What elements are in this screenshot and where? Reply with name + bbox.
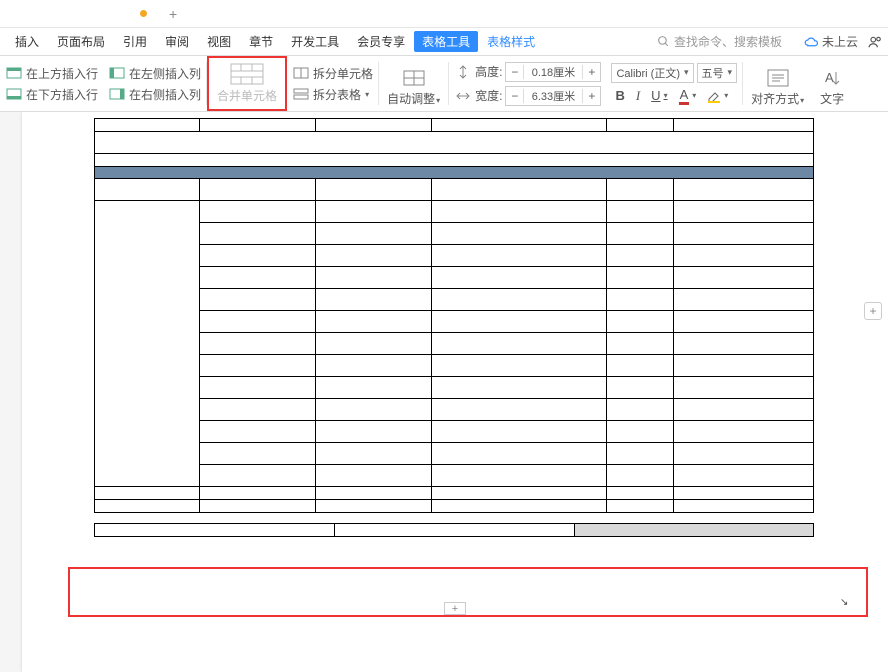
document-table[interactable] [94,118,814,513]
split-cells-label: 拆分单元格 [313,65,373,82]
insert-row-above-label: 在上方插入行 [26,65,98,82]
dropdown-caret-icon: ▾ [800,96,804,105]
dropdown-caret-icon: ▾ [664,91,668,100]
split-cells-button[interactable]: 拆分单元格 [292,65,373,82]
dropdown-caret-icon: ▾ [684,67,689,78]
align-icon [766,68,790,88]
width-row: 宽度: − 6.33厘米 + [454,86,601,106]
highlight-color-button[interactable]: ▾ [703,89,732,103]
menu-table-tools[interactable]: 表格工具 [414,31,478,52]
size-group: 高度: − 0.18厘米 + 宽度: − 6.33厘米 + [449,56,606,111]
insert-rows-group: 在上方插入行 在下方插入行 [0,56,103,111]
width-increment[interactable]: + [582,89,600,103]
menu-review[interactable]: 审阅 [156,33,198,50]
insert-col-right-button[interactable]: 在右侧插入列 [108,86,201,103]
menu-vip[interactable]: 会员专享 [348,33,414,50]
height-label: 高度: [475,63,502,80]
menu-section[interactable]: 章节 [240,33,282,50]
align-button[interactable]: 对齐方式▾ [743,56,812,111]
search-icon [657,35,670,48]
menu-bar: 插入 页面布局 引用 审阅 视图 章节 开发工具 会员专享 表格工具 表格样式 … [0,28,888,56]
search-box[interactable]: 查找命令、搜索模板 [657,33,782,50]
split-table-label: 拆分表格 [313,86,361,103]
font-group: Calibri (正文) ▾ 五号 ▾ B I U▾ A▾ ▾ [606,56,742,111]
insert-col-right-icon [108,87,126,101]
text-direction-label: 文字 [820,90,844,107]
dropdown-caret-icon: ▾ [436,96,440,105]
annotation-highlight-row [68,567,868,617]
svg-text:A: A [825,70,834,85]
insert-col-left-label: 在左侧插入列 [129,65,201,82]
menu-page-layout[interactable]: 页面布局 [48,33,114,50]
autofit-button[interactable]: 自动调整▾ [379,56,448,111]
dropdown-caret-icon: ▾ [365,90,369,99]
autofit-icon [401,68,427,88]
dropdown-caret-icon: ▾ [724,91,728,100]
font-size-value: 五号 [702,65,724,81]
width-icon [454,89,472,103]
width-spinner[interactable]: − 6.33厘米 + [505,86,601,106]
insert-row-above-button[interactable]: 在上方插入行 [5,65,98,82]
split-table-button[interactable]: 拆分表格 ▾ [292,86,373,103]
merge-cells-icon [230,63,264,85]
bold-button[interactable]: B [611,88,628,103]
ribbon-toolbar: 在上方插入行 在下方插入行 在左侧插入列 在右侧插入列 合并单元格 拆分单元格 … [0,56,888,112]
insert-col-left-icon [108,66,126,80]
dropdown-caret-icon: ▾ [692,91,696,100]
insert-cols-group: 在左侧插入列 在右侧插入列 [103,56,206,111]
active-tab-indicator [140,10,147,17]
new-tab-button[interactable]: + [169,6,177,22]
cloud-label: 未上云 [822,33,858,50]
height-icon [454,65,472,79]
height-value[interactable]: 0.18厘米 [524,64,582,80]
font-color-button[interactable]: A▾ [675,87,701,105]
height-spinner[interactable]: − 0.18厘米 + [505,62,601,82]
merge-cells-button[interactable]: 合并单元格 [207,56,287,111]
cloud-icon [804,36,819,48]
align-label: 对齐方式 [751,92,799,106]
menu-dev-tools[interactable]: 开发工具 [282,33,348,50]
height-decrement[interactable]: − [506,65,524,79]
split-table-icon [292,87,310,101]
width-decrement[interactable]: − [506,89,524,103]
split-group: 拆分单元格 拆分表格 ▾ [287,56,378,111]
height-increment[interactable]: + [582,65,600,79]
insert-row-above-icon [5,66,23,80]
menu-table-style[interactable]: 表格样式 [478,33,544,50]
document-area: + + ↘ [0,112,888,672]
text-direction-icon: A [822,68,842,88]
menu-view[interactable]: 视图 [198,33,240,50]
font-size-dropdown[interactable]: 五号 ▾ [697,63,738,83]
document-tab-strip: + [0,0,888,28]
insert-row-below-icon [5,87,23,101]
menu-references[interactable]: 引用 [114,33,156,50]
menu-insert[interactable]: 插入 [6,33,48,50]
width-label: 宽度: [475,87,502,104]
cloud-status[interactable]: 未上云 [804,33,858,50]
height-row: 高度: − 0.18厘米 + [454,62,601,82]
underline-button[interactable]: U▾ [647,88,671,103]
dropdown-caret-icon: ▾ [728,67,733,78]
autofit-label: 自动调整 [387,92,435,106]
width-value[interactable]: 6.33厘米 [524,88,582,104]
insert-row-below-label: 在下方插入行 [26,86,98,103]
insert-col-left-button[interactable]: 在左侧插入列 [108,65,201,82]
search-placeholder: 查找命令、搜索模板 [674,33,782,50]
text-direction-button[interactable]: A 文字 [812,56,852,111]
insert-row-below-button[interactable]: 在下方插入行 [5,86,98,103]
collaborate-icon[interactable] [868,35,882,49]
page: + + ↘ [22,112,888,672]
italic-button[interactable]: I [632,88,644,104]
split-cells-icon [292,66,310,80]
merge-cells-label: 合并单元格 [217,87,277,104]
font-name-dropdown[interactable]: Calibri (正文) ▾ [611,63,693,83]
insert-col-right-label: 在右侧插入列 [129,86,201,103]
font-name-value: Calibri (正文) [616,65,680,81]
add-column-button[interactable]: + [864,302,882,320]
document-table-2[interactable] [94,523,814,537]
